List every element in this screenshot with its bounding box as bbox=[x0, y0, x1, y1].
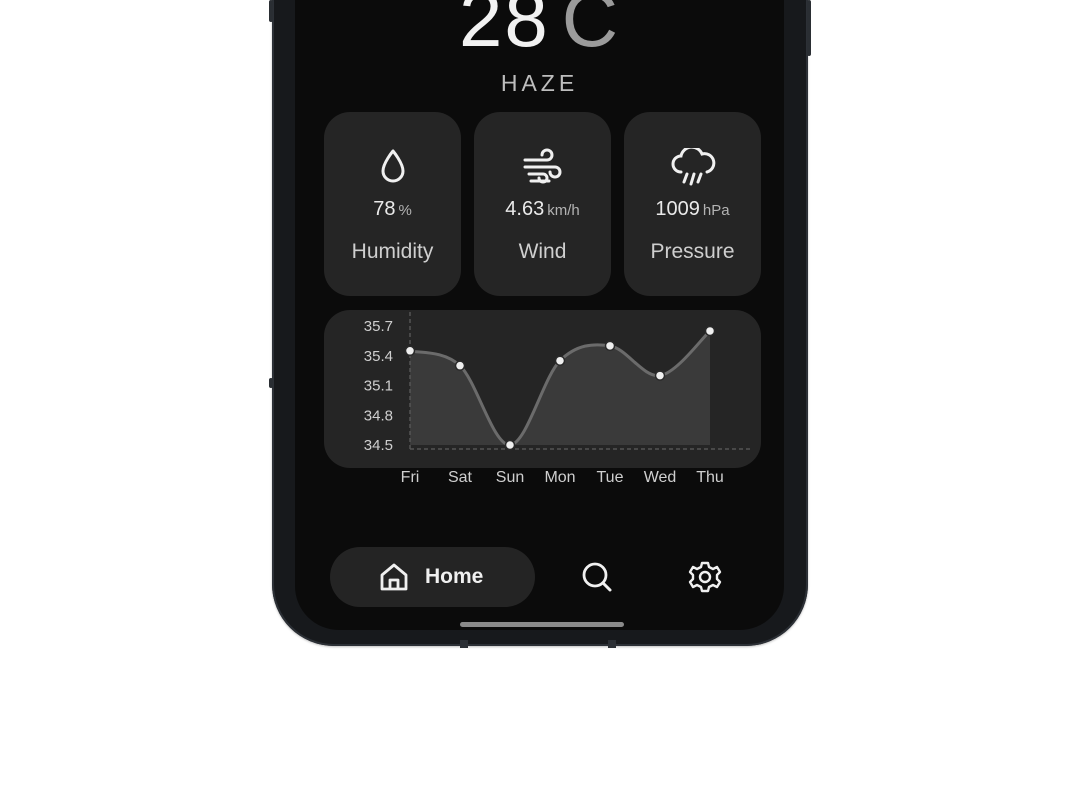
chart-y-tick-label: 34.5 bbox=[364, 437, 393, 454]
temperature-chart: 35.7 35.4 35.1 34.8 34.5 Fri Sat Sun Mon Tue Wed Th… bbox=[364, 312, 750, 486]
frame-notch bbox=[608, 640, 616, 648]
chart-y-tick-label: 35.4 bbox=[364, 348, 393, 365]
chart-x-tick-label: Sat bbox=[448, 469, 473, 486]
chart-data-point bbox=[454, 360, 466, 371]
search-icon bbox=[582, 562, 612, 592]
chart-x-tick-label: Wed bbox=[644, 469, 677, 486]
chart-x-tick-label: Thu bbox=[696, 469, 724, 486]
home-indicator bbox=[460, 622, 624, 627]
chart-data-point bbox=[404, 345, 416, 357]
chart-x-tick-label: Tue bbox=[597, 469, 624, 486]
nav-settings-button[interactable] bbox=[688, 560, 722, 599]
side-button bbox=[269, 378, 273, 388]
chart-x-tick-label: Sun bbox=[496, 469, 524, 486]
stage: 28 C HAZE 78% Humidity 4.63 km/h Wind 10… bbox=[0, 0, 1080, 810]
side-button bbox=[269, 0, 273, 22]
chart-y-tick-label: 34.8 bbox=[364, 407, 393, 424]
frame-notch bbox=[460, 640, 468, 648]
chart-area-fill bbox=[410, 330, 710, 446]
chart-data-point bbox=[704, 325, 716, 337]
phone-screen: 28 C HAZE 78% Humidity 4.63 km/h Wind 10… bbox=[295, 0, 784, 630]
nav-home-button[interactable]: Home bbox=[330, 547, 535, 607]
chart-data-point bbox=[604, 340, 616, 352]
nav-home-label: Home bbox=[425, 565, 484, 588]
chart-y-tick-label: 35.1 bbox=[364, 378, 393, 395]
side-button bbox=[807, 0, 811, 56]
chart-y-tick-label: 35.7 bbox=[364, 318, 393, 335]
home-icon bbox=[378, 561, 410, 598]
settings-icon bbox=[688, 561, 722, 593]
nav-search-button[interactable] bbox=[580, 560, 614, 599]
chart-data-point bbox=[654, 370, 666, 381]
phone-frame: 28 C HAZE 78% Humidity 4.63 km/h Wind 10… bbox=[269, 0, 811, 648]
chart-data-point bbox=[554, 355, 566, 366]
chart-data-point bbox=[504, 439, 516, 451]
chart-x-tick-label: Fri bbox=[401, 469, 420, 486]
chart-x-tick-label: Mon bbox=[544, 469, 575, 486]
